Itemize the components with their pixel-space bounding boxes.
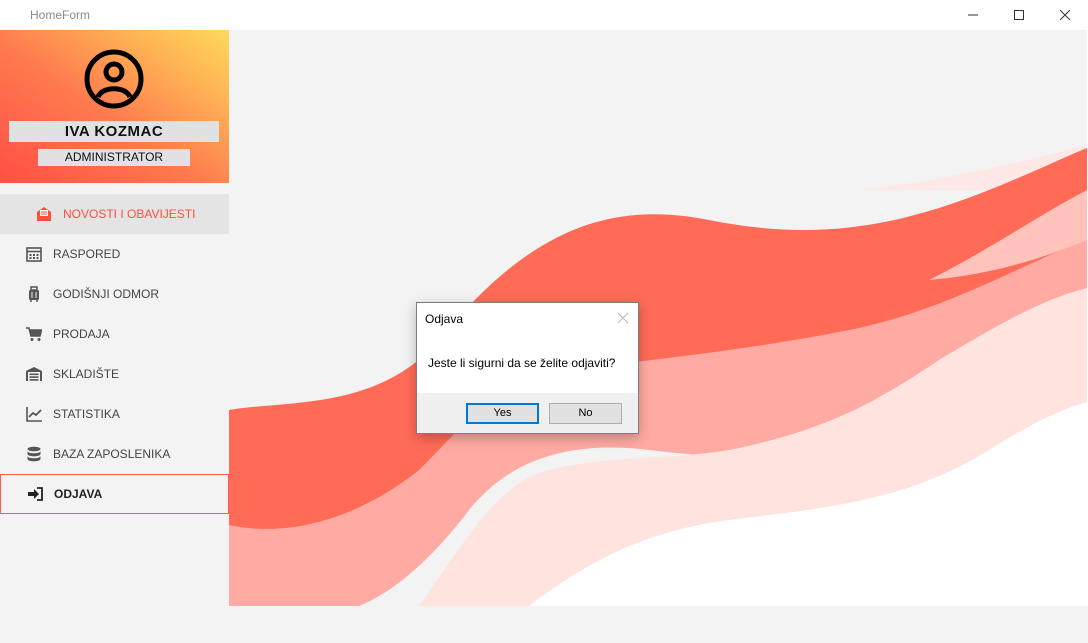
main-content — [229, 30, 1087, 606]
user-role: ADMINISTRATOR — [38, 149, 190, 166]
no-button[interactable]: No — [549, 403, 622, 424]
mail-icon — [35, 205, 53, 223]
chart-line-icon — [25, 405, 43, 423]
dialog-footer: Yes No — [417, 393, 638, 433]
warehouse-icon — [25, 365, 43, 383]
close-icon — [1060, 10, 1070, 20]
nav-item-novosti[interactable]: NOVOSTI I OBAVIJESTI — [0, 194, 229, 234]
nav-item-skladiste[interactable]: SKLADIŠTE — [0, 354, 229, 394]
calendar-icon — [25, 245, 43, 263]
sidebar: IVA KOZMAC ADMINISTRATOR NOVOSTI I OBAVI… — [0, 30, 229, 643]
logout-dialog: Odjava Jeste li sigurni da se želite odj… — [416, 302, 639, 434]
maximize-icon — [1014, 10, 1024, 20]
nav-item-odjava[interactable]: ODJAVA — [0, 474, 229, 514]
bottom-strip — [229, 606, 1088, 643]
nav-label: BAZA ZAPOSLENIKA — [53, 447, 171, 461]
database-icon — [25, 445, 43, 463]
dialog-message: Jeste li sigurni da se želite odjaviti? — [428, 356, 616, 370]
nav-item-godisnji-odmor[interactable]: GODIŠNJI ODMOR — [0, 274, 229, 314]
cart-icon — [25, 325, 43, 343]
nav-item-statistika[interactable]: STATISTIKA — [0, 394, 229, 434]
nav-label: GODIŠNJI ODMOR — [53, 287, 160, 301]
nav-label: ODJAVA — [54, 487, 103, 501]
close-button[interactable] — [1042, 0, 1088, 30]
suitcase-icon — [25, 285, 43, 303]
nav-item-raspored[interactable]: RASPORED — [0, 234, 229, 274]
yes-button[interactable]: Yes — [466, 403, 539, 424]
minimize-icon — [968, 14, 978, 16]
user-circle-icon — [84, 49, 144, 109]
nav-item-baza-zaposlenika[interactable]: BAZA ZAPOSLENIKA — [0, 434, 229, 474]
nav-label: SKLADIŠTE — [53, 367, 120, 381]
nav-item-prodaja[interactable]: PRODAJA — [0, 314, 229, 354]
close-icon[interactable] — [616, 311, 630, 325]
profile-panel: IVA KOZMAC ADMINISTRATOR — [0, 30, 229, 183]
minimize-button[interactable] — [950, 0, 996, 30]
maximize-button[interactable] — [996, 0, 1042, 30]
nav-label: STATISTIKA — [53, 407, 120, 421]
nav-label: NOVOSTI I OBAVIJESTI — [63, 207, 196, 221]
nav-label: RASPORED — [53, 247, 121, 261]
nav-label: PRODAJA — [53, 327, 110, 341]
window-title: HomeForm — [30, 8, 91, 22]
wave-background — [229, 145, 1087, 606]
title-bar: HomeForm — [0, 0, 1088, 30]
user-name: IVA KOZMAC — [9, 121, 219, 142]
dialog-title: Odjava — [425, 312, 464, 326]
sign-out-icon — [26, 485, 44, 503]
